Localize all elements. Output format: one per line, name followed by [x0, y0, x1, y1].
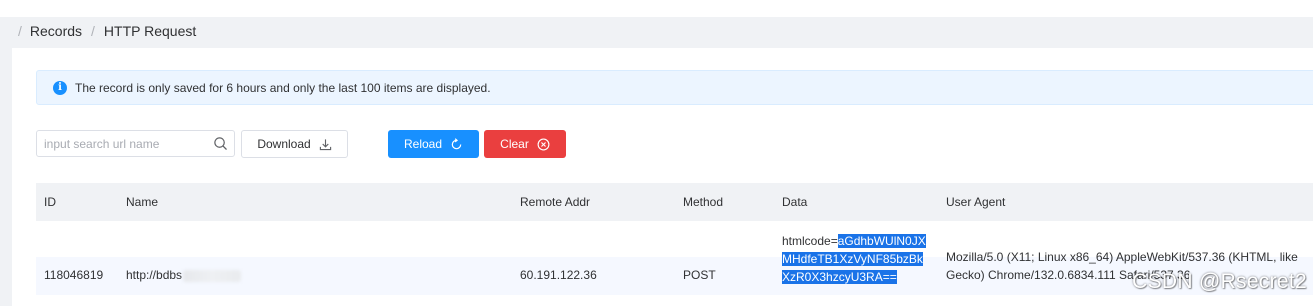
- download-button-label: Download: [257, 137, 311, 151]
- column-header-method[interactable]: Method: [683, 195, 723, 209]
- data-line-2: MHdfeTB1XzVyNF85bzBk: [782, 250, 926, 268]
- column-header-data[interactable]: Data: [782, 195, 807, 209]
- breadcrumb-separator: /: [18, 23, 22, 39]
- top-bar: [0, 0, 1313, 17]
- alert-text: The record is only saved for 6 hours and…: [75, 80, 491, 95]
- reload-button-label: Reload: [403, 137, 443, 151]
- data-selected-text: XzR0X3hzcyU3RA==: [782, 270, 897, 284]
- download-button[interactable]: Download: [241, 130, 348, 158]
- breadcrumb-separator: /: [91, 23, 95, 39]
- cell-method: POST: [683, 268, 716, 282]
- cell-name: http://bdbs: [126, 268, 242, 282]
- cell-id: 118046819: [44, 268, 104, 282]
- download-icon: [319, 138, 332, 151]
- cell-data: htmlcode=aGdhbWUlN0JX MHdfeTB1XzVyNF85bz…: [773, 221, 939, 297]
- column-header-name[interactable]: Name: [126, 195, 158, 209]
- info-alert: i The record is only saved for 6 hours a…: [36, 70, 1313, 105]
- data-prefix: htmlcode=: [782, 234, 838, 248]
- data-line-3: XzR0X3hzcyU3RA==: [782, 268, 926, 286]
- table-header: ID Name Remote Addr Method Data User Age…: [36, 183, 1313, 221]
- watermark: CSDN @Rsecret2: [1132, 270, 1307, 293]
- table-row[interactable]: 118046819 http://bdbs 60.191.122.36 POST…: [36, 221, 1313, 306]
- clear-button[interactable]: Clear: [484, 130, 566, 158]
- cell-remote-addr: 60.191.122.36: [520, 268, 597, 282]
- cell-name-text: http://bdbs: [126, 268, 183, 282]
- close-circle-icon: [537, 138, 550, 151]
- cell-data-text: htmlcode=aGdhbWUlN0JX MHdfeTB1XzVyNF85bz…: [782, 232, 926, 286]
- breadcrumb-item-records[interactable]: Records: [30, 23, 82, 39]
- info-circle-icon: i: [53, 80, 67, 95]
- column-header-user-agent[interactable]: User Agent: [946, 195, 1005, 209]
- data-selected-text: aGdhbWUlN0JX: [837, 234, 926, 248]
- reload-button[interactable]: Reload: [388, 130, 479, 158]
- search-field[interactable]: [36, 130, 235, 157]
- user-agent-line-1: Mozilla/5.0 (X11; Linux x86_64) AppleWeb…: [946, 250, 1298, 264]
- data-selected-text: MHdfeTB1XzVyNF85bzBk: [782, 252, 923, 266]
- clear-button-label: Clear: [500, 137, 529, 151]
- column-header-remote-addr[interactable]: Remote Addr: [520, 195, 590, 209]
- search-icon[interactable]: [213, 136, 228, 151]
- data-line-1: htmlcode=aGdhbWUlN0JX: [782, 232, 926, 250]
- breadcrumb-item-http-request: HTTP Request: [103, 23, 197, 39]
- search-input[interactable]: [37, 131, 204, 156]
- redacted-blur: [183, 269, 242, 282]
- column-header-id[interactable]: ID: [44, 195, 56, 209]
- breadcrumb: / Records / HTTP Request: [18, 22, 196, 40]
- refresh-icon: [450, 137, 463, 151]
